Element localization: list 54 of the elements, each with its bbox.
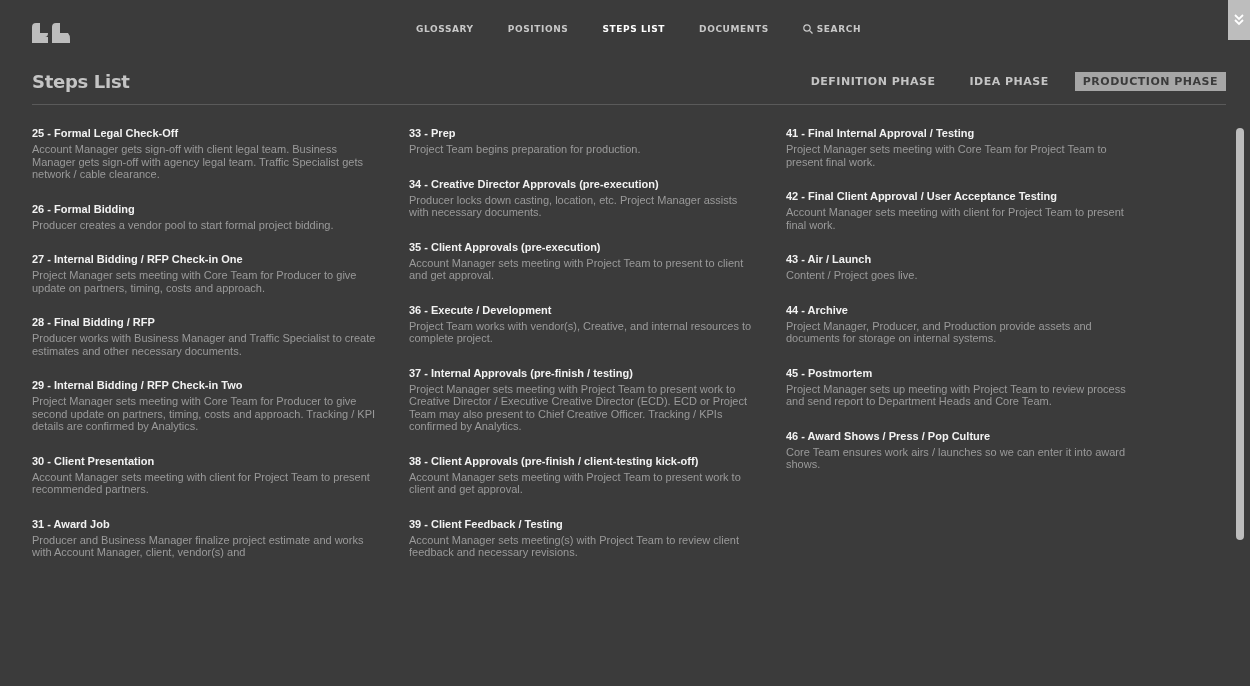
double-chevron-down-icon: [1234, 14, 1244, 26]
step-description: Content / Project goes live.: [786, 269, 919, 282]
step-title: 38 - Client Approvals (pre-finish / client-testing kick-off): [409, 454, 700, 468]
nav-link[interactable]: DOCUMENTS: [689, 20, 779, 38]
scrollbar-thumb[interactable]: [1236, 128, 1244, 540]
step-title: 39 - Client Feedback / Testing: [409, 517, 564, 531]
step-title: 34 - Creative Director Approvals (pre-execution): [409, 177, 660, 191]
nav-link[interactable]: STEPS LIST: [592, 20, 676, 38]
step-title: 33 - Prep: [409, 127, 457, 140]
expand-button[interactable]: [1228, 0, 1250, 40]
step-description: Project Manager sets meeting with Core Team for Producer to give second update on partners, timing, costs and approach. Tracking / KPI details are confirmed by Analytics.: [32, 395, 377, 433]
nav-link[interactable]: GLOSSARY: [406, 20, 484, 38]
step-description: Account Manager sets meeting with Project Team to present to client and get approval.: [409, 256, 745, 282]
step-title: 46 - Award Shows / Press / Pop Culture: [786, 429, 992, 443]
step-title: 29 - Internal Bidding / RFP Check-in Two: [32, 379, 244, 392]
step-description: Account Manager sets meeting with client for Project Team to present final work.: [786, 206, 1125, 231]
search-link[interactable]: SEARCH: [792, 20, 872, 38]
step-title: 35 - Client Approvals (pre-execution): [409, 240, 602, 254]
step-description: Project Manager sets meeting with Core Team for Project Team to present final work.: [786, 143, 1108, 168]
step-description: Project Manager sets meeting with Core Team for Producer to give update on partners, timing, costs and approach.: [32, 269, 358, 294]
step-title: 37 - Internal Approvals (pre-finish / testing): [409, 366, 634, 380]
step-title: 26 - Formal Bidding: [32, 202, 136, 216]
step-title: 30 - Client Presentation: [32, 454, 156, 468]
phase-tab[interactable]: IDEA PHASE: [961, 71, 1057, 91]
step-description: Producer and Business Manager finalize project estimate and works with Account Manager, client, vendor(s) and: [32, 533, 365, 559]
step-description: Project Team begins preparation for production.: [409, 143, 642, 156]
step-title: 44 - Archive: [786, 303, 849, 317]
step-title: 31 - Award Job: [32, 517, 111, 531]
step-description: Project Manager sets meeting with Project Team to present work to Creative Director / Executive Creative Director (ECD). ECD or Project Team may also present to Chief Creative Officer. Tracking / KPIs confirmed by Analytics.: [409, 382, 749, 433]
step-description: Project Manager, Producer, and Production provide assets and documents for storage on internal systems.: [786, 319, 1093, 345]
logo-icon[interactable]: [32, 23, 70, 43]
step-title: 42 - Final Client Approval / User Acceptance Testing: [786, 190, 1058, 203]
step-title: 36 - Execute / Development: [409, 303, 553, 317]
step-title: 25 - Formal Legal Check-Off: [32, 127, 180, 140]
step-description: Project Team works with vendor(s), Creative, and internal resources to complete project.: [409, 319, 753, 345]
step-description: Producer works with Business Manager and Traffic Specialist to create estimates and other necessary documents.: [32, 332, 377, 357]
phase-tab[interactable]: DEFINITION PHASE: [802, 71, 944, 91]
step-title: 28 - Final Bidding / RFP: [32, 316, 156, 329]
step-description: Project Manager sets up meeting with Project Team to review process and send report to Department Heads and Core Team.: [786, 382, 1127, 408]
nav-link[interactable]: POSITIONS: [497, 20, 579, 38]
step-description: Account Manager sets meeting with client for Project Team to present recommended partners.: [32, 470, 371, 496]
step-description: Account Manager sets meeting with Project Team to present work to client and get approval.: [409, 470, 742, 496]
step-title: 45 - Postmortem: [786, 366, 874, 380]
search-icon: [802, 24, 813, 34]
step-title: 27 - Internal Bidding / RFP Check-in One: [32, 253, 244, 266]
step-description: Core Team ensures work airs / launches so we can enter it into award shows.: [786, 445, 1127, 471]
page-title: Steps List: [32, 70, 131, 92]
step-description: Producer creates a vendor pool to start formal project bidding.: [32, 218, 335, 231]
step-title: 41 - Final Internal Approval / Testing: [786, 127, 976, 140]
step-title: 43 - Air / Launch: [786, 253, 873, 266]
step-description: Account Manager gets sign-off with client legal team. Business Manager gets sign-off with agency legal team. Traffic Specialist gets network / cable clearance.: [32, 143, 364, 181]
step-description: Producer locks down casting, location, etc. Project Manager assists with necessary documents.: [409, 193, 739, 219]
phase-tab[interactable]: PRODUCTION PHASE: [1074, 71, 1226, 91]
step-description: Account Manager sets meeting(s) with Project Team to review client feedback and necessary revisions.: [409, 533, 740, 559]
